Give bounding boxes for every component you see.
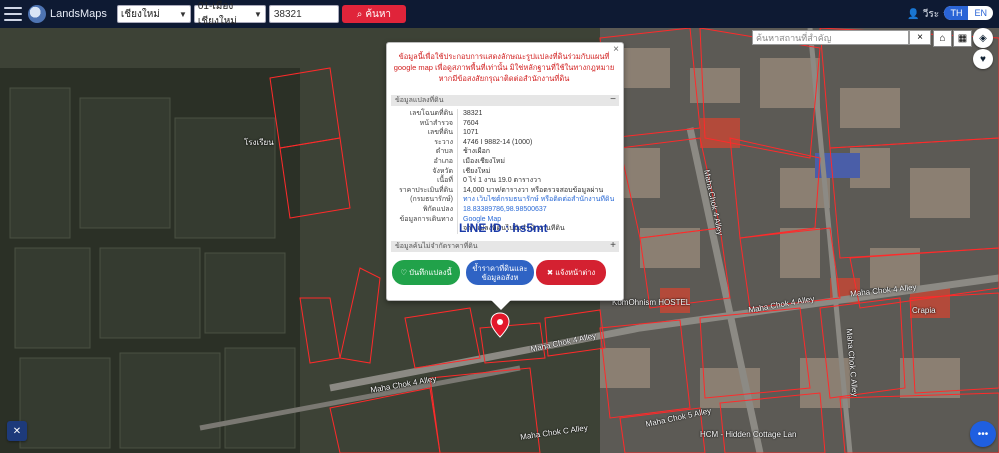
row-key: เลขที่ดิน [391, 128, 458, 138]
expand-icon[interactable]: + [610, 240, 616, 251]
district-select-value: 01-เมืองเชียงใหม่ [197, 1, 237, 27]
row-key: หน้าสำรวจ [391, 118, 458, 129]
landsmaps-logo [28, 5, 46, 23]
row-key: จังหวัด [391, 166, 458, 177]
parcel-info-popup: × ข้อมูลนี้เพื่อใช้ประกอบการแสดงลักษณะรู… [386, 42, 624, 310]
layers-icon[interactable]: ◈ [973, 28, 993, 48]
menu-icon[interactable] [4, 7, 22, 21]
user-menu[interactable]: 👤วีระ▼ [907, 7, 949, 22]
row-key: เลขโฉนดที่ดิน [391, 109, 458, 119]
row-value: 1071 [463, 129, 479, 137]
home-icon[interactable]: ⌂ [933, 30, 952, 47]
land-info-section-header[interactable]: ข้อมูลแปลงที่ดิน − [391, 94, 619, 106]
treasury-link[interactable]: ทาง เว็บไซต์กรมธนารักษ์ หรือติดต่อสำนักง… [458, 195, 614, 205]
table-row: เลขโฉนดที่ดิน 38321 [391, 109, 619, 119]
line-id-watermark: LINE ID : hs5mt [459, 221, 548, 235]
row-value: 4746 I 9882-14 (1000) [463, 138, 533, 146]
chevron-down-icon: ▼ [178, 9, 187, 19]
heart-icon[interactable]: ♥ [973, 49, 993, 69]
province-select-value: เชียงใหม่ [120, 8, 160, 20]
row-key: เนื้อที่ [391, 176, 458, 186]
save-parcel-button[interactable]: ♡ บันทึกแปลงนี้ [392, 260, 460, 285]
tools-icon[interactable]: ✕ [7, 421, 27, 441]
row-value: เมืองเชียงใหม่ [463, 157, 505, 165]
close-window-button[interactable]: ✖ แจ้งหน้าต่าง [536, 260, 606, 285]
table-row: (กรมธนารักษ์) ทาง เว็บไซต์กรมธนารักษ์ หรื… [391, 195, 619, 205]
row-value: ช้างเผือก [463, 148, 491, 156]
search-icon: ⌕ [356, 8, 363, 20]
parcel-location-pin[interactable] [489, 312, 511, 343]
table-row: เนื้อที่ 0 ไร่ 1 งาน 19.0 ตารางวา [391, 176, 619, 186]
province-select[interactable]: เชียงใหม่ ▼ [116, 5, 191, 23]
row-value: เชียงใหม่ [463, 167, 491, 175]
row-value: 7604 [463, 119, 479, 127]
row-key [391, 224, 458, 234]
chevron-down-icon: ▼ [253, 9, 262, 19]
row-value: 14,000 บาท/ตารางวา หรือตรวจสอบข้อมูลผ่าน [463, 186, 604, 194]
row-key: ข้อมูลการเดินทาง [391, 214, 458, 225]
table-row: ราคาประเมินที่ดิน 14,000 บาท/ตารางวา หรือ… [391, 185, 619, 196]
row-key: (กรมธนารักษ์) [391, 195, 458, 205]
poi-label: HCM - Hidden Cottage Lan [700, 430, 797, 439]
lang-en-button[interactable]: EN [968, 6, 993, 20]
row-key: อำเภอ [391, 156, 458, 167]
grid-icon[interactable]: ▦ [953, 30, 972, 47]
row-value: 0 ไร่ 1 งาน 19.0 ตารางวา [463, 177, 541, 185]
row-value: 38321 [463, 110, 483, 117]
poi-label: โรงเรียน [244, 138, 274, 147]
user-icon: 👤 [907, 9, 920, 20]
section-title: ข้อมูลค้นไม่จำกัดราคาที่ดิน [395, 243, 478, 250]
row-key: ราคาประเมินที่ดิน [391, 185, 458, 196]
table-row: อำเภอ เมืองเชียงใหม่ [391, 156, 619, 167]
language-toggle[interactable]: TH EN [944, 6, 993, 20]
table-row: พิกัดแปลง 18.83389786,98.98500637 [391, 204, 619, 215]
collapse-icon[interactable]: − [610, 94, 616, 105]
poi-label: Crapia [912, 306, 936, 315]
lang-th-button[interactable]: TH [944, 6, 969, 20]
poi-label: KomOhnism HOSTEL [612, 298, 691, 307]
coordinates-link[interactable]: 18.83389786,98.98500637 [458, 205, 547, 215]
brand-name: LandsMaps [50, 8, 107, 20]
more-options-icon[interactable]: ••• [970, 421, 996, 447]
land-price-button[interactable]: ข้ำราคาที่ดินและข้อมูลอสังห [466, 260, 534, 285]
user-name: วีระ [922, 9, 940, 20]
price-section-header[interactable]: ข้อมูลค้นไม่จำกัดราคาที่ดิน + [391, 240, 619, 252]
top-navbar: LandsMaps เชียงใหม่ ▼ 01-เมืองเชียงใหม่ ▼ … [0, 0, 999, 28]
table-row: หน้าสำรวจ 7604 [391, 118, 619, 129]
section-title: ข้อมูลแปลงที่ดิน [395, 97, 444, 104]
search-button[interactable]: ⌕ ค้นหา [341, 5, 406, 23]
row-key: ตำบล [391, 147, 458, 157]
clear-search-button[interactable]: × [909, 30, 931, 45]
table-row: จังหวัด เชียงใหม่ [391, 166, 619, 177]
district-select[interactable]: 01-เมืองเชียงใหม่ ▼ [193, 1, 266, 27]
disclaimer-notice: ข้อมูลนี้เพื่อใช้ประกอบการแสดงลักษณะรูปแ… [393, 52, 615, 83]
location-pin-icon [490, 312, 510, 338]
row-key: พิกัดแปลง [391, 204, 458, 215]
table-row: ระวาง 4746 I 9882-14 (1000) [391, 137, 619, 148]
search-button-label: ค้นหา [365, 8, 392, 20]
table-row: ตำบล ช้างเผือก [391, 147, 619, 157]
parcel-number-input[interactable]: 38321 [268, 5, 339, 23]
row-key: ระวาง [391, 137, 458, 148]
table-row: เลขที่ดิน 1071 [391, 128, 619, 138]
map-place-search-input[interactable]: ค้นหาสถานที่สำคัญ [752, 30, 909, 45]
land-info-table: เลขโฉนดที่ดิน 38321 หน้าสำรวจ 7604 เลขที่ด… [391, 109, 619, 234]
